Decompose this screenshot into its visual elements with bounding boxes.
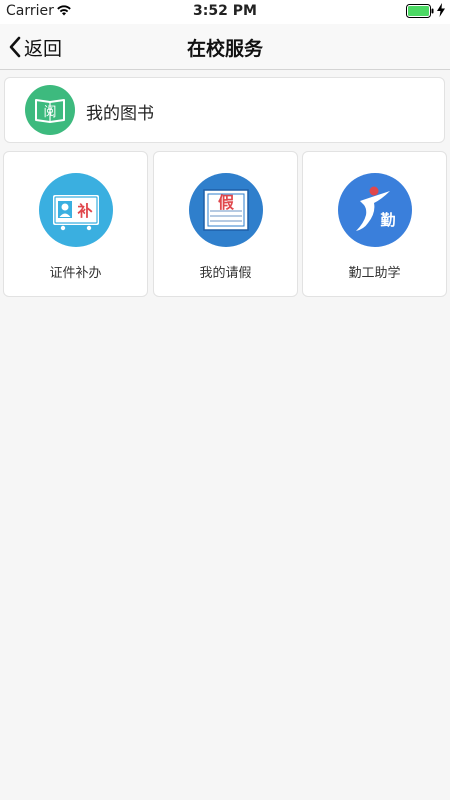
navigation-bar: 返回 在校服务 (0, 24, 450, 70)
tile-id-replacement[interactable]: 补 证件补办 (3, 151, 148, 297)
status-time: 3:52 PM (193, 3, 257, 19)
tile-work-study[interactable]: 勤 勤工助学 (302, 151, 447, 297)
tile-label: 我的请假 (199, 266, 252, 281)
leave-note-icon: 假 (189, 173, 263, 247)
svg-text:勤: 勤 (380, 211, 395, 229)
tile-label: 勤工助学 (348, 266, 401, 281)
my-books-card[interactable]: 阅 我的图书 (4, 77, 445, 143)
work-study-icon: 勤 (338, 173, 412, 247)
tile-label: 证件补办 (49, 266, 102, 281)
svg-text:假: 假 (218, 193, 235, 212)
page-title: 在校服务 (186, 38, 263, 60)
status-bar: Carrier 3:52 PM (0, 0, 450, 24)
open-book-icon: 阅 (25, 85, 75, 135)
id-card-icon: 补 (39, 173, 113, 247)
my-books-label: 我的图书 (86, 104, 154, 124)
battery-icon (406, 4, 434, 18)
svg-text:补: 补 (76, 202, 92, 220)
bolt-icon (437, 3, 445, 17)
book-icon-glyph: 阅 (43, 105, 56, 120)
tile-my-leave[interactable]: 假 我的请假 (153, 151, 298, 297)
